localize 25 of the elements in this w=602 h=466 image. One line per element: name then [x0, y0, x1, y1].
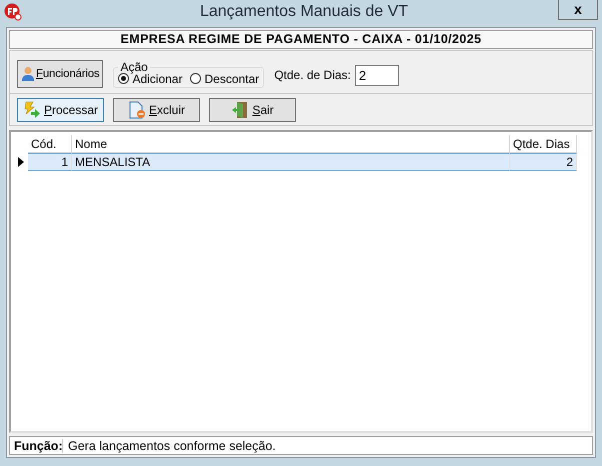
column-header[interactable]: Nome	[72, 135, 510, 153]
days-label: Qtde. de Dias:	[274, 68, 351, 82]
person-icon	[21, 66, 35, 82]
employees-button[interactable]: Funcionários	[17, 60, 104, 88]
table-cell: 1	[28, 153, 72, 171]
column-header[interactable]: Cód.	[28, 135, 72, 153]
lightning-arrow-icon	[22, 100, 41, 118]
table-cell: MENSALISTA	[72, 153, 510, 171]
close-button[interactable]: x	[558, 0, 598, 20]
door-icon	[231, 100, 250, 118]
exit-button[interactable]: Sair	[209, 98, 296, 122]
status-text: Gera lançamentos conforme seleção.	[67, 438, 276, 452]
status-label: Função:	[10, 438, 63, 452]
company-header: EMPRESA REGIME DE PAGAMENTO - CAIXA - 01/10/2025	[9, 30, 593, 49]
column-header[interactable]: Qtde. Dias	[510, 135, 577, 153]
days-input[interactable]: 2	[354, 64, 399, 86]
app-logo-icon	[4, 2, 22, 20]
table-cell: 2	[510, 153, 577, 171]
window-title: Lançamentos Manuais de VT	[200, 2, 408, 20]
row-pointer-icon	[18, 157, 24, 167]
process-button[interactable]: Processar	[17, 98, 104, 122]
radio-option[interactable]: Descontar	[190, 72, 260, 86]
group-legend: Ação	[118, 60, 150, 74]
document-remove-icon	[128, 100, 146, 118]
delete-button[interactable]: Excluir	[113, 98, 200, 122]
